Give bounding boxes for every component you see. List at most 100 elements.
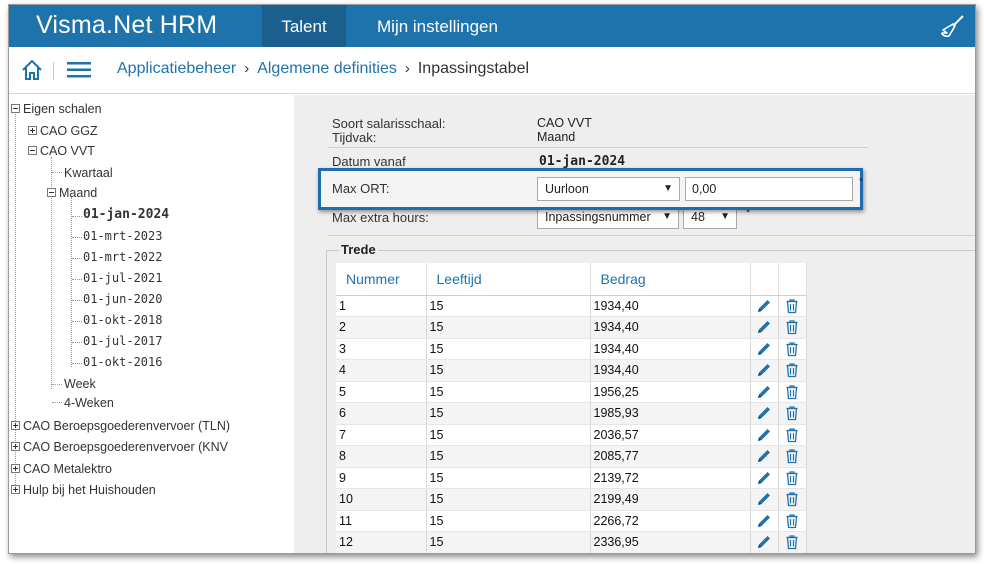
tree-node-01-jul-2021[interactable]: 01-jul-2021 <box>83 270 162 286</box>
table-row[interactable]: 4 15 1934,40 <box>336 359 807 382</box>
pencil-icon[interactable] <box>756 406 772 420</box>
cell-leeftijd: 15 <box>426 510 591 532</box>
tab-mijn-instellingen[interactable]: Mijn instellingen <box>377 5 498 47</box>
table-row[interactable]: 9 15 2139,72 <box>336 467 807 489</box>
pencil-icon[interactable] <box>756 513 772 527</box>
tree-node-01-okt-2018[interactable]: 01-okt-2018 <box>83 312 162 328</box>
column-header-nummer[interactable]: Nummer <box>336 263 427 296</box>
table-row[interactable]: 6 15 1985,93 <box>336 402 807 425</box>
pencil-icon[interactable] <box>756 384 772 398</box>
tree-node-01-mrt-2023[interactable]: 01-mrt-2023 <box>83 228 162 244</box>
cell-nummer: 3 <box>336 338 427 360</box>
delete-cell <box>778 488 807 511</box>
tree-connector <box>72 363 82 364</box>
pencil-icon[interactable] <box>756 320 772 334</box>
pencil-icon[interactable] <box>756 341 772 355</box>
table-row[interactable]: 7 15 2036,57 <box>336 424 807 446</box>
collapse-icon[interactable] <box>47 188 56 198</box>
pencil-icon[interactable] <box>756 449 772 463</box>
cell-bedrag: 2199,49 <box>590 488 751 511</box>
tree-node-01-jul-2017[interactable]: 01-jul-2017 <box>83 333 162 349</box>
table-row[interactable]: 10 15 2199,49 <box>336 488 807 511</box>
table-row[interactable]: 2 15 1934,40 <box>336 316 807 339</box>
tree-node-01-jun-2020[interactable]: 01-jun-2020 <box>83 291 162 307</box>
home-icon[interactable] <box>20 58 44 82</box>
expand-icon[interactable] <box>11 485 20 495</box>
edit-cell <box>750 295 779 317</box>
tree-node-01-okt-2016[interactable]: 01-okt-2016 <box>83 354 162 370</box>
table-row[interactable]: 3 15 1934,40 <box>336 338 807 360</box>
tree-node-eigen-schalen[interactable]: Eigen schalen <box>11 101 102 117</box>
broom-icon[interactable] <box>939 14 965 40</box>
max-ort-input[interactable]: 0,00 <box>685 177 853 201</box>
cell-bedrag: 2139,72 <box>590 467 751 489</box>
breadcrumb-algemene-definities[interactable]: Algemene definities <box>257 60 397 77</box>
tree-connector <box>72 237 82 238</box>
column-header-leeftijd[interactable]: Leeftijd <box>426 263 591 296</box>
tree-node-cao-beroepsgoederenvervoer-knv[interactable]: CAO Beroepsgoederenvervoer (KNV <box>11 439 228 455</box>
trash-icon[interactable] <box>784 427 800 442</box>
pencil-icon[interactable] <box>756 427 772 441</box>
max-ort-type-select[interactable]: Uurloon ▼ <box>537 177 680 201</box>
pencil-icon[interactable] <box>756 492 772 506</box>
tree-node-cao-metalektro[interactable]: CAO Metalektro <box>11 461 112 477</box>
pencil-icon[interactable] <box>756 535 772 549</box>
table-row[interactable]: 1 15 1934,40 <box>336 295 807 317</box>
tree-node-maand[interactable]: Maand <box>47 185 97 201</box>
cell-nummer: 4 <box>336 359 427 382</box>
trash-icon[interactable] <box>784 298 800 313</box>
cell-bedrag: 2036,57 <box>590 424 751 446</box>
tree-node-cao-ggz[interactable]: CAO GGZ <box>28 123 98 139</box>
tree-node-cao-beroepsgoederenvervoer-tln[interactable]: CAO Beroepsgoederenvervoer (TLN) <box>11 418 230 434</box>
tab-talent[interactable]: Talent <box>262 5 346 47</box>
collapse-icon[interactable] <box>11 104 20 114</box>
trash-icon[interactable] <box>784 320 800 335</box>
cell-nummer: 1 <box>336 295 427 317</box>
chevron-down-icon: ▼ <box>663 183 673 194</box>
table-row[interactable]: 11 15 2266,72 <box>336 510 807 532</box>
cell-bedrag: 2336,95 <box>590 531 751 553</box>
tree-node-cao-vvt[interactable]: CAO VVT <box>28 143 95 159</box>
cell-leeftijd: 15 <box>426 402 591 425</box>
expand-icon[interactable] <box>28 126 37 136</box>
trash-icon[interactable] <box>784 384 800 399</box>
top-navigation-bar: Visma.Net HRM Talent Mijn instellingen <box>9 5 975 47</box>
trash-icon[interactable] <box>784 492 800 507</box>
edit-cell <box>750 338 779 360</box>
edit-cell <box>750 531 779 553</box>
hamburger-menu-icon[interactable] <box>67 61 91 79</box>
expand-icon[interactable] <box>11 442 20 452</box>
tree-node-01-mrt-2022[interactable]: 01-mrt-2022 <box>83 249 162 265</box>
table-row[interactable]: 5 15 1956,25 <box>336 381 807 403</box>
tree-view: Eigen schalen CAO GGZ CAO VVT Kwartaal M… <box>9 95 293 553</box>
column-header-edit <box>750 263 779 296</box>
column-header-bedrag[interactable]: Bedrag <box>590 263 751 296</box>
trash-icon[interactable] <box>784 406 800 421</box>
table-row[interactable]: 12 15 2336,95 <box>336 531 807 553</box>
table-row[interactable]: 8 15 2085,77 <box>336 445 807 468</box>
tree-node-01-jan-2024[interactable]: 01-jan-2024 <box>83 207 169 223</box>
breadcrumb-applicatiebeheer[interactable]: Applicatiebeheer <box>117 60 236 77</box>
cell-leeftijd: 15 <box>426 445 591 468</box>
app-window: Visma.Net HRM Talent Mijn instellingen A… <box>8 4 976 554</box>
collapse-icon[interactable] <box>28 146 37 156</box>
expand-icon[interactable] <box>11 464 20 474</box>
tree-connector <box>72 216 82 217</box>
trash-icon[interactable] <box>784 341 800 356</box>
tree-node-hulp-bij-het-huishouden[interactable]: Hulp bij het Huishouden <box>11 482 156 498</box>
cell-nummer: 8 <box>336 445 427 468</box>
pencil-icon[interactable] <box>756 363 772 377</box>
edit-cell <box>750 510 779 532</box>
expand-icon[interactable] <box>11 421 20 431</box>
trash-icon[interactable] <box>784 470 800 485</box>
pencil-icon[interactable] <box>756 298 772 312</box>
trash-icon[interactable] <box>784 449 800 464</box>
delete-cell <box>778 424 807 446</box>
tree-node-4-weken[interactable]: 4-Weken <box>64 395 114 411</box>
trash-icon[interactable] <box>784 363 800 378</box>
trash-icon[interactable] <box>784 535 800 550</box>
pencil-icon[interactable] <box>756 470 772 484</box>
tree-node-kwartaal[interactable]: Kwartaal <box>64 165 113 181</box>
tree-node-week[interactable]: Week <box>64 376 96 392</box>
trash-icon[interactable] <box>784 513 800 528</box>
